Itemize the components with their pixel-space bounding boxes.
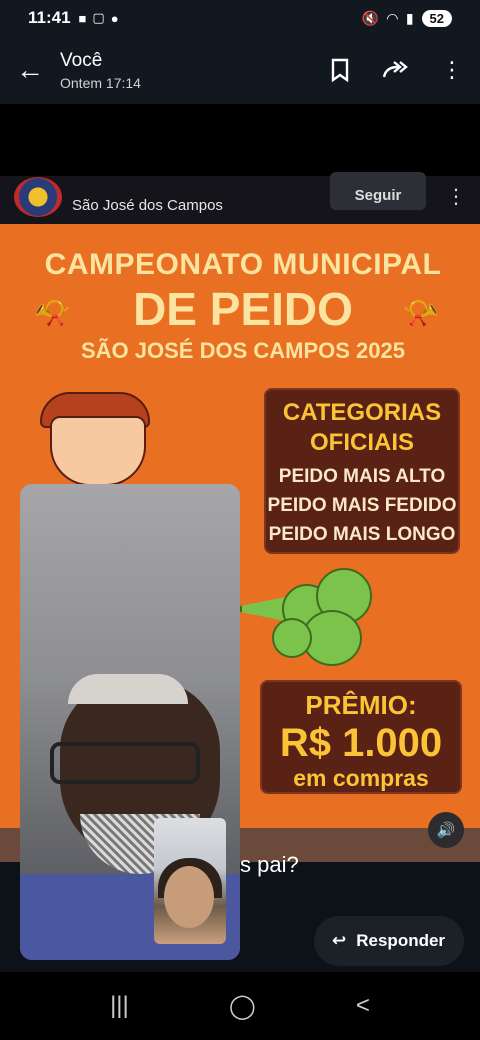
page-subtitle: Ontem 17:14 [60, 74, 141, 91]
screen-icon: ▢ [92, 10, 105, 25]
account-name[interactable]: São José dos Campos [72, 197, 223, 214]
categories-box: CATEGORIAS OFICIAIS PEIDO MAIS ALTO PEID… [264, 388, 460, 554]
categories-title-line1: CATEGORIAS [282, 399, 442, 426]
app-bar: ← Você Ontem 17:14 ⋮ [0, 36, 480, 104]
record-dot-icon: ● [110, 10, 119, 26]
category-item: PEIDO MAIS LONGO [268, 524, 456, 545]
bookmark-icon[interactable] [312, 36, 368, 104]
horn-icon: 📯 [402, 297, 440, 330]
reply-icon: ↩ [332, 931, 347, 950]
volume-icon[interactable]: 🔊 [428, 812, 464, 848]
more-options-icon[interactable]: ⋮ [424, 36, 480, 104]
back-nav-icon[interactable]: < [356, 992, 370, 1020]
wifi-icon: ◠ [387, 9, 398, 26]
cartoon-character [40, 392, 150, 486]
prize-box: PRÊMIO: R$ 1.000 em compras [260, 680, 462, 794]
fart-cloud-icon [272, 564, 372, 668]
recent-apps-icon[interactable]: ||| [110, 992, 129, 1020]
signal-icon: ▮ [405, 9, 414, 26]
caller-glasses [50, 742, 200, 784]
category-item: PEIDO MAIS ALTO [278, 466, 446, 487]
category-item: PEIDO MAIS FEDIDO [267, 495, 457, 516]
back-arrow-icon[interactable]: ← [0, 36, 60, 104]
follow-button[interactable]: Seguir [330, 172, 426, 210]
message-text: s pai? [240, 852, 299, 877]
home-icon[interactable]: ◯ [229, 992, 256, 1021]
horn-icon: 📯 [34, 297, 72, 330]
story-more-icon[interactable]: ⋮ [446, 184, 466, 209]
caller-hair [68, 674, 188, 704]
battery-indicator: 52 [421, 9, 452, 27]
story-top-area [0, 104, 480, 176]
prize-label: PRÊMIO: [305, 690, 417, 720]
page-title: Você [60, 49, 103, 71]
poster-subtitle: SÃO JOSÉ DOS CAMPOS 2025 [81, 338, 405, 363]
story-header: São José dos Campos Seguir ⋮ [0, 172, 480, 224]
video-icon: ■ [78, 10, 87, 26]
self-face [164, 866, 214, 928]
prize-note: em compras [293, 765, 429, 791]
self-view-window[interactable] [154, 818, 226, 944]
categories-title-line2: OFICIAIS [309, 429, 414, 456]
forward-icon[interactable] [368, 36, 424, 104]
status-bar: 11:41 ■ ▢ ● 🔇 ◠ ▮ 52 [0, 0, 480, 36]
mute-icon: 🔇 [361, 9, 380, 26]
title-block: Você Ontem 17:14 [60, 50, 312, 91]
reply-button[interactable]: ↩ Responder [314, 916, 464, 966]
account-avatar[interactable] [14, 177, 62, 217]
system-nav-bar: ||| ◯ < [0, 972, 480, 1040]
status-time: 11:41 [28, 8, 71, 27]
poster-title-line1: CAMPEONATO MUNICIPAL [44, 248, 442, 281]
reply-label: Responder [356, 931, 446, 950]
prize-value: R$ 1.000 [279, 721, 443, 765]
